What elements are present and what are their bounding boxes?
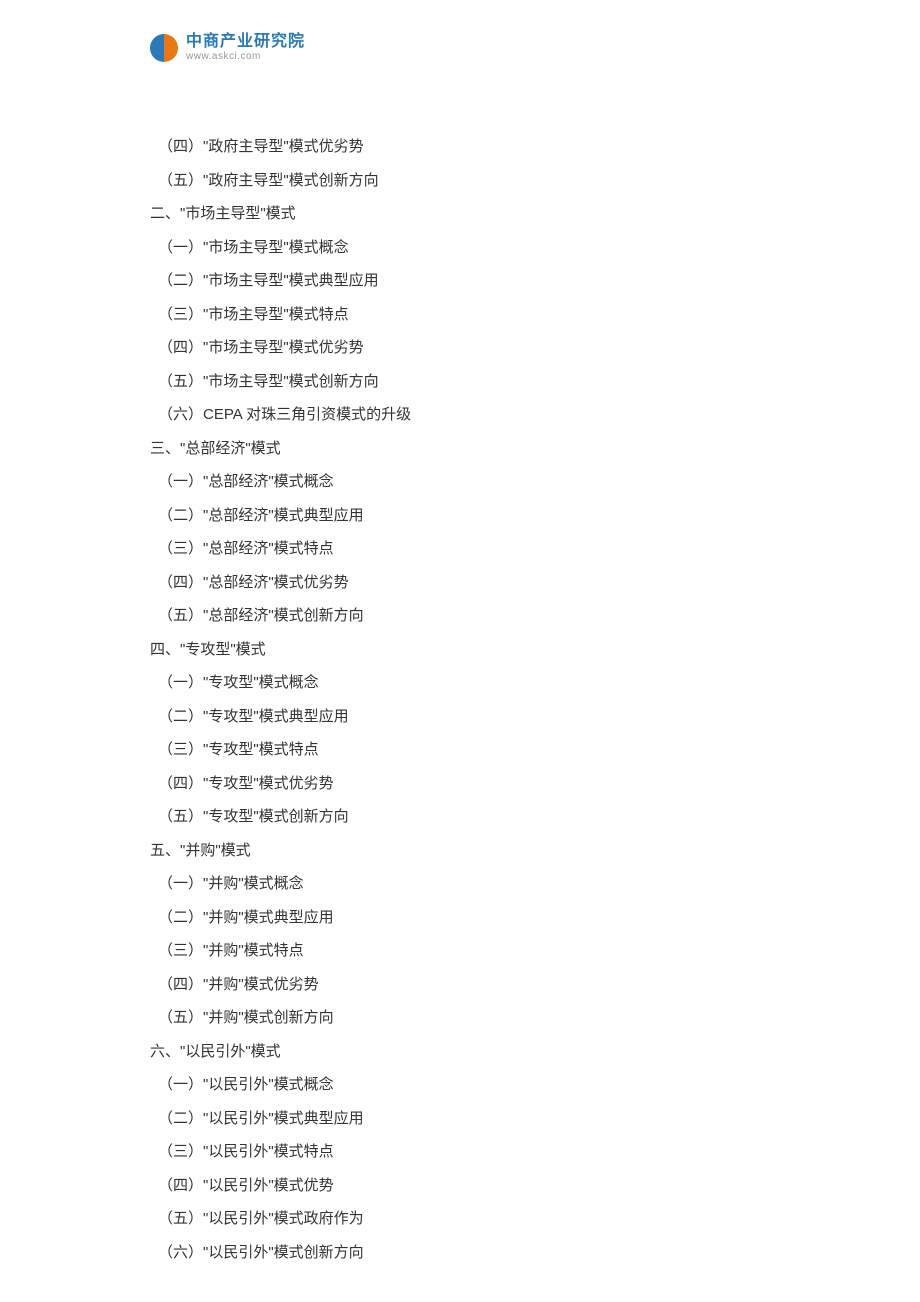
logo-cn-text: 中商产业研究院	[186, 34, 305, 50]
toc-line: （一）"专攻型"模式概念	[150, 666, 770, 700]
toc-line: （五）"政府主导型"模式创新方向	[150, 164, 770, 198]
toc-line: 二、"市场主导型"模式	[150, 197, 770, 231]
toc-line: 四、"专攻型"模式	[150, 633, 770, 667]
toc-line: （六）CEPA 对珠三角引资模式的升级	[150, 398, 770, 432]
toc-line: （三）"总部经济"模式特点	[150, 532, 770, 566]
logo-icon	[150, 34, 178, 62]
toc-line: （二）"并购"模式典型应用	[150, 901, 770, 935]
toc-line: （二）"专攻型"模式典型应用	[150, 700, 770, 734]
toc-line: （一）"并购"模式概念	[150, 867, 770, 901]
toc-line: 六、"以民引外"模式	[150, 1035, 770, 1069]
toc-line: （二）"总部经济"模式典型应用	[150, 499, 770, 533]
toc-line: （四）"政府主导型"模式优劣势	[150, 130, 770, 164]
toc-line: （二）"市场主导型"模式典型应用	[150, 264, 770, 298]
toc-line: （三）"专攻型"模式特点	[150, 733, 770, 767]
toc-line: （四）"并购"模式优劣势	[150, 968, 770, 1002]
logo: 中商产业研究院 www.askci.com	[150, 34, 305, 62]
toc-line: （六）"以民引外"模式创新方向	[150, 1236, 770, 1270]
toc-line: （五）"并购"模式创新方向	[150, 1001, 770, 1035]
toc-line: （四）"专攻型"模式优劣势	[150, 767, 770, 801]
toc-line: （四）"以民引外"模式优势	[150, 1169, 770, 1203]
toc-line: （五）"专攻型"模式创新方向	[150, 800, 770, 834]
toc-line: （三）"市场主导型"模式特点	[150, 298, 770, 332]
toc-line: （二）"以民引外"模式典型应用	[150, 1102, 770, 1136]
logo-url-text: www.askci.com	[186, 52, 305, 62]
toc-line: （四）"市场主导型"模式优劣势	[150, 331, 770, 365]
toc-line: （四）"总部经济"模式优劣势	[150, 566, 770, 600]
toc-line: 三、"总部经济"模式	[150, 432, 770, 466]
toc-line: （五）"以民引外"模式政府作为	[150, 1202, 770, 1236]
toc-line: （三）"以民引外"模式特点	[150, 1135, 770, 1169]
toc-line: （五）"市场主导型"模式创新方向	[150, 365, 770, 399]
toc-line: （五）"总部经济"模式创新方向	[150, 599, 770, 633]
toc-line: （一）"市场主导型"模式概念	[150, 231, 770, 265]
toc-line: （三）"并购"模式特点	[150, 934, 770, 968]
toc-line: （一）"总部经济"模式概念	[150, 465, 770, 499]
toc-line: 五、"并购"模式	[150, 834, 770, 868]
toc-content: （四）"政府主导型"模式优劣势（五）"政府主导型"模式创新方向二、"市场主导型"…	[150, 130, 770, 1269]
toc-line: （一）"以民引外"模式概念	[150, 1068, 770, 1102]
